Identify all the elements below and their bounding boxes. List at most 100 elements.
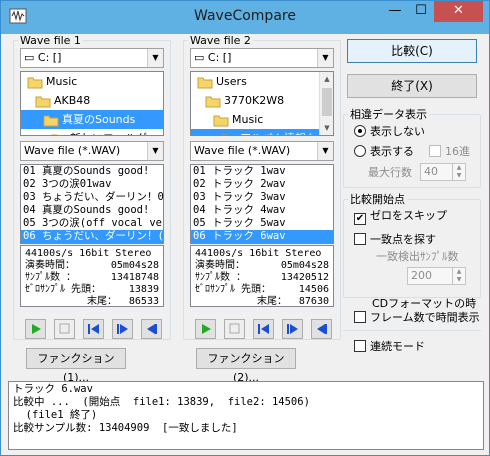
chevron-down-icon[interactable]: ▼ <box>147 142 163 160</box>
file-1-zero-tail: 86533 <box>128 296 159 307</box>
hex-checkbox[interactable]: 16進 <box>429 145 470 159</box>
file-1-info: 44100s/s 16bit Stereo 演奏時間： 05m04s28 ｻﾝﾌﾟ… <box>20 245 164 307</box>
display-radio[interactable]: 表示する <box>354 145 414 159</box>
play-button-2[interactable] <box>195 319 216 339</box>
file-item[interactable]: 02 トラック 2wav <box>191 178 333 191</box>
compare-button[interactable]: 比較(C) <box>347 39 477 63</box>
continuous-mode-checkbox[interactable]: 連続モード <box>354 340 425 354</box>
drive-select-1[interactable]: ▭ C: [] ▼ <box>20 48 164 68</box>
folder-icon <box>221 134 228 135</box>
chevron-down-icon[interactable]: ▼ <box>317 142 333 160</box>
directory-item[interactable]: Users <box>191 72 320 91</box>
forward-button-2[interactable] <box>282 319 303 339</box>
forward-button-1[interactable] <box>112 319 133 339</box>
file-type-select-2-value: Wave file (*.WAV) <box>194 144 291 157</box>
spinner-arrows-icon[interactable]: ▲ ▼ <box>452 268 465 284</box>
wave-file-2-label: Wave file 2 <box>190 34 251 47</box>
folder-icon <box>43 115 59 126</box>
play-button-1[interactable] <box>25 319 46 339</box>
no-display-radio[interactable]: 表示しない <box>354 125 425 139</box>
samples-label: ｻﾝﾌﾟﾙ数 ： <box>195 272 247 283</box>
drive-select-2-value: C: [] <box>207 51 232 64</box>
rewind-button-1[interactable] <box>83 319 104 339</box>
file-item[interactable]: 06 ちょうだい、ダーリン！(c <box>21 230 163 243</box>
file-item[interactable]: 03 トラック 3wav <box>191 191 333 204</box>
file-item[interactable]: 01 トラック 1wav <box>191 165 333 178</box>
max-lines-value: 40 <box>424 165 438 178</box>
file-item[interactable]: 03 ちょうだい、ダーリン！01 <box>21 191 163 204</box>
file-item[interactable]: 04 トラック 4wav <box>191 204 333 217</box>
find-match-checkbox[interactable]: 一致点を探す <box>354 233 436 247</box>
file-2-zero-head: 14506 <box>298 284 329 295</box>
spinner-arrows-icon[interactable]: ▲ ▼ <box>452 164 465 180</box>
file-2-format: 44100s/s 16bit Stereo <box>195 248 322 259</box>
checkbox-icon <box>354 311 366 323</box>
file-item[interactable]: 05 トラック 5wav <box>191 217 333 230</box>
rewind-button-2[interactable] <box>253 319 274 339</box>
file-list-1[interactable]: 01 真夏のSounds good! 02 3つの涙01wav 03 ちょうだい、ダ… <box>20 164 164 244</box>
max-lines-spinner[interactable]: 40 ▲ ▼ <box>420 163 466 181</box>
file-item[interactable]: 05 3つの涙(off vocal ve <box>21 217 163 230</box>
folder-icon <box>27 77 43 88</box>
play-time-label: 演奏時間： <box>195 260 245 271</box>
stop-button-2[interactable] <box>224 319 245 339</box>
zero-skip-label: ゼロをスキップ <box>370 209 447 222</box>
result-log[interactable]: トラック 6.wav 比較中 ... (開始点 file1: 13839, fi… <box>8 381 484 450</box>
close-button[interactable]: ✕ <box>434 1 483 22</box>
skip-back-icon <box>88 324 99 334</box>
minimize-button[interactable]: — <box>382 1 408 22</box>
main-window: WaveCompare — ☐ ✕ Wave file 1 ▭ C: [] ▼ … <box>0 0 490 456</box>
chevron-down-icon[interactable]: ▼ <box>317 49 333 67</box>
radio-icon <box>354 145 366 157</box>
file-item[interactable]: 01 真夏のSounds good! <box>21 165 163 178</box>
exit-button[interactable]: 終了(X) <box>347 74 477 98</box>
maximize-button[interactable]: ☐ <box>408 1 434 22</box>
drive-icon: ▭ <box>194 51 208 64</box>
directory-list-1[interactable]: Music AKB48 真夏のSounds 新しいフォルダ <box>20 71 164 136</box>
zero-skip-checkbox[interactable]: ✔ ゼロをスキップ <box>354 209 447 225</box>
directory-list-2[interactable]: Users 3770K2W8 Music アルバム情報なし ▲ ▼ <box>190 71 334 136</box>
directory-item[interactable]: 3770K2W8 <box>191 91 320 110</box>
file-type-select-1[interactable]: Wave file (*.WAV) ▼ <box>20 141 164 161</box>
directory-item[interactable]: アルバム情報なし <box>191 129 328 135</box>
skip-end-icon <box>147 324 157 334</box>
scroll-down-icon[interactable]: ▼ <box>320 121 333 135</box>
file-type-select-2[interactable]: Wave file (*.WAV) ▼ <box>190 141 334 161</box>
directory-item[interactable]: 新しいフォルダ <box>21 129 163 135</box>
cd-format-label: CDフォーマットの時 <box>372 297 477 310</box>
skip-end-icon <box>317 324 327 334</box>
function-2-button[interactable]: ファンクション(2)... <box>196 348 296 384</box>
play-icon <box>202 324 211 334</box>
file-2-zero-tail: 87630 <box>298 296 329 307</box>
function-1-button[interactable]: ファンクション(1)... <box>26 348 126 384</box>
play-icon <box>32 324 41 334</box>
chevron-down-icon[interactable]: ▼ <box>147 49 163 67</box>
folder-icon <box>205 96 221 107</box>
end-button-2[interactable] <box>311 319 332 339</box>
file-item[interactable]: 02 3つの涙01wav <box>21 178 163 191</box>
file-type-select-1-value: Wave file (*.WAV) <box>24 144 121 157</box>
directory-item[interactable]: 真夏のSounds <box>21 110 163 129</box>
match-samples-spinner[interactable]: 200 ▲ ▼ <box>407 267 466 285</box>
frame-time-checkbox[interactable]: フレーム数で時間表示 <box>354 311 480 325</box>
file-item[interactable]: 06 トラック 6wav <box>191 230 333 243</box>
directory-item-label: Users <box>216 75 247 88</box>
title-bar[interactable]: WaveCompare — ☐ ✕ <box>1 1 489 34</box>
divider <box>343 330 481 331</box>
scroll-thumb[interactable] <box>322 88 332 116</box>
scroll-up-icon[interactable]: ▲ <box>320 72 333 86</box>
file-1-play-time: 05m04s28 <box>110 260 159 271</box>
checkbox-icon <box>354 340 366 352</box>
directory-item[interactable]: Music <box>191 110 320 129</box>
compare-start-label: 比較開始点 <box>350 193 405 206</box>
stop-icon <box>229 323 240 334</box>
drive-select-2[interactable]: ▭ C: [] ▼ <box>190 48 334 68</box>
checkmark-icon: ✔ <box>354 213 366 225</box>
file-item[interactable]: 04 真夏のSounds good! <box>21 204 163 217</box>
directory-item[interactable]: AKB48 <box>21 91 163 110</box>
directory-item[interactable]: Music <box>21 72 163 91</box>
stop-button-1[interactable] <box>54 319 75 339</box>
end-button-1[interactable] <box>141 319 162 339</box>
directory-scrollbar-2[interactable]: ▲ ▼ <box>319 72 333 135</box>
file-list-2[interactable]: 01 トラック 1wav 02 トラック 2wav 03 トラック 3wav 04 ト… <box>190 164 334 244</box>
